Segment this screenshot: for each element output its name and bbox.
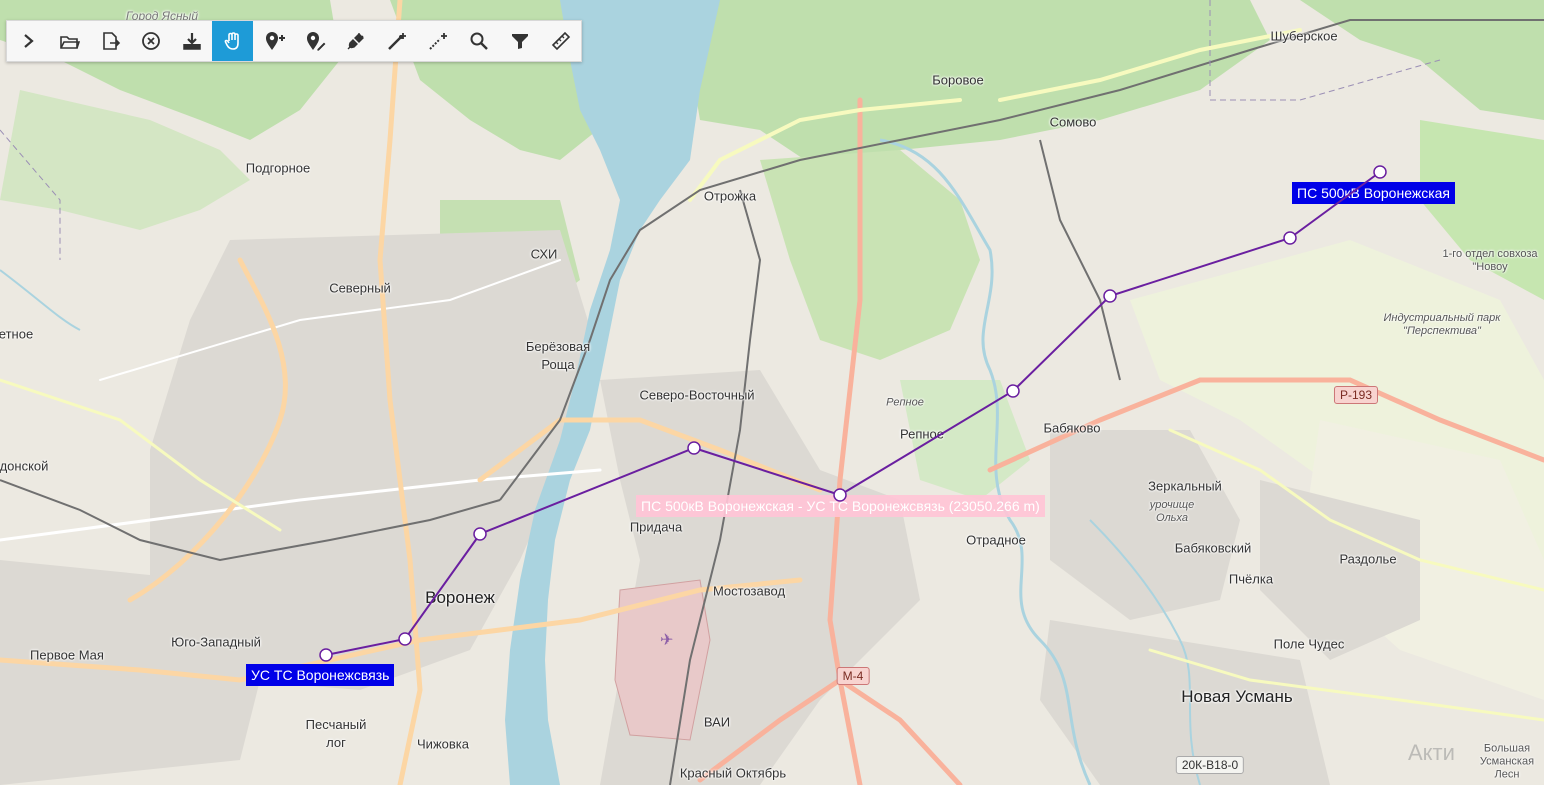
edit-line-button[interactable]	[417, 21, 458, 61]
export-file-button[interactable]	[89, 21, 130, 61]
place-label: Подгорное	[245, 160, 311, 176]
pan-button[interactable]	[212, 21, 253, 61]
station-label-start[interactable]: УС ТС Воронежсвязь	[246, 664, 395, 686]
marker-add-icon	[265, 32, 285, 50]
connect-button[interactable]	[335, 21, 376, 61]
place-label-city: Воронеж	[425, 588, 495, 607]
place-label: Боровое	[932, 72, 984, 88]
place-label: 1-го отдел совхоза "Новоу	[1442, 248, 1538, 273]
place-label: Сомово	[1049, 114, 1097, 130]
line-edit-icon	[428, 33, 447, 50]
place-label: Репное	[899, 426, 945, 442]
road-shield: 20К-В18-0	[1175, 756, 1245, 774]
marker-edit-icon	[306, 32, 326, 52]
add-point-button[interactable]	[253, 21, 294, 61]
place-label: Северо-Восточный	[639, 387, 755, 403]
place-label: Большая Усманская Лесн	[1479, 742, 1535, 781]
place-label: Песчаный лог	[305, 717, 367, 750]
hand-icon	[224, 32, 239, 50]
place-label: Придача	[629, 519, 683, 535]
place-label: Зеркальный	[1148, 478, 1222, 494]
activation-watermark: Акти	[1408, 740, 1455, 765]
ruler-icon	[551, 31, 570, 51]
download-button[interactable]	[171, 21, 212, 61]
search-button[interactable]	[458, 21, 499, 61]
place-label: Индустриальный парк "Перспектива"	[1383, 312, 1501, 337]
open-file-button[interactable]	[48, 21, 89, 61]
clear-button[interactable]	[130, 21, 171, 61]
place-label: Репное	[886, 396, 924, 409]
place-label: урочище Ольха	[1149, 499, 1195, 524]
place-label: Новая Усмань	[1181, 687, 1293, 706]
expand-button[interactable]	[7, 21, 48, 61]
place-label: Бабяково	[1043, 420, 1101, 436]
place-label: СХИ	[530, 246, 558, 262]
folder-open-icon	[59, 36, 80, 49]
filter-icon	[511, 34, 528, 49]
place-label: Берёзовая Роща	[525, 339, 591, 372]
place-label: Красный Октябрь	[679, 765, 787, 781]
route-distance-label: ПС 500кВ Воронежская - УС ТС Воронежсвяз…	[636, 495, 1045, 517]
download-icon	[182, 33, 201, 50]
place-label: Пчёлка	[1228, 571, 1274, 587]
place-label: Северный	[329, 280, 391, 296]
measure-button[interactable]	[540, 21, 581, 61]
road-shield: Р-193	[1333, 386, 1379, 404]
filter-button[interactable]	[499, 21, 540, 61]
place-label: Юго-Западный	[171, 634, 261, 650]
place-label: Отрожка	[703, 188, 757, 204]
search-icon	[470, 32, 488, 50]
place-label: Первое Мая	[30, 647, 104, 663]
place-label: Мостозавод	[712, 583, 786, 599]
close-circle-icon	[141, 32, 160, 50]
airport-icon: ✈	[660, 632, 674, 649]
map-canvas[interactable]	[0, 0, 1544, 785]
map-toolbar	[6, 20, 582, 62]
place-label: донской	[0, 458, 49, 474]
place-label: Поле Чудес	[1273, 636, 1345, 652]
plug-icon	[347, 33, 364, 50]
place-label: Раздолье	[1339, 551, 1397, 567]
chevron-right-icon	[23, 34, 34, 48]
line-add-icon	[387, 33, 406, 50]
file-export-icon	[102, 32, 120, 50]
edit-point-button[interactable]	[294, 21, 335, 61]
place-label: Отрадное	[966, 532, 1026, 548]
place-label: Бабяковский	[1174, 540, 1252, 556]
road-shield: М-4	[836, 667, 870, 685]
place-label: Шуберское	[1270, 28, 1338, 44]
place-label: Чижовка	[417, 736, 469, 752]
add-line-button[interactable]	[376, 21, 417, 61]
place-label: етное	[0, 326, 34, 342]
place-label: ВАИ	[703, 714, 731, 730]
station-label-end[interactable]: ПС 500кВ Воронежская	[1292, 182, 1455, 204]
